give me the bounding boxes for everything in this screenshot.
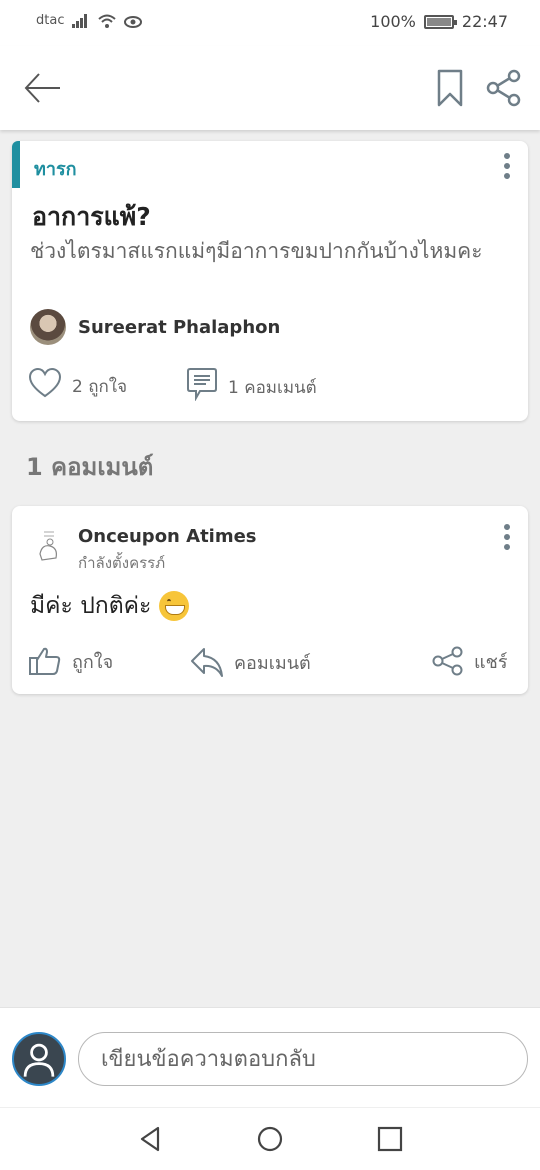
share-icon [432, 646, 463, 676]
more-options-icon[interactable] [501, 524, 513, 550]
comment-bubble-icon[interactable] [186, 367, 218, 401]
category-label[interactable]: ทารก [34, 154, 77, 183]
category-accent [12, 141, 20, 188]
commenter-name[interactable]: Onceupon Atimes [78, 526, 257, 547]
reply-label: คอมเมนต์ [234, 652, 311, 674]
clock: 22:47 [461, 12, 508, 31]
question-card: ทารก อาการแพ้? ช่วงไตรมาสแรกแม่ๆมีอาการข… [12, 141, 528, 421]
back-triangle-icon[interactable] [136, 1124, 166, 1154]
post-body: ช่วงไตรมาสแรกแม่ๆมีอาการขมปากกันบ้างไหมค… [30, 239, 483, 263]
recents-square-icon[interactable] [375, 1124, 405, 1154]
share-label: แชร์ [474, 651, 508, 673]
arrow-left-icon[interactable] [22, 70, 62, 106]
wifi-icon [98, 14, 117, 28]
grin-emoji-icon [159, 591, 190, 621]
system-nav-bar [0, 1108, 540, 1170]
reply-arrow-icon [191, 648, 223, 677]
author-avatar[interactable] [30, 309, 66, 345]
status-bar: dtac 100% 22:47 [0, 0, 540, 46]
signal-icon [72, 13, 88, 28]
home-circle-icon[interactable] [255, 1124, 285, 1154]
battery-percent: 100% [370, 12, 416, 31]
app-bar [0, 46, 540, 130]
heart-icon[interactable] [28, 367, 62, 399]
commenter-avatar[interactable] [30, 526, 68, 566]
carrier-label: dtac [36, 13, 65, 28]
comments-heading: 1 คอมเมนต์ [26, 453, 154, 481]
eye-icon [124, 15, 143, 28]
comment-text: มีค่ะ ปกติค่ะ [30, 588, 190, 624]
more-options-icon[interactable] [501, 153, 513, 179]
battery-icon [423, 14, 457, 29]
bookmark-icon[interactable] [436, 68, 464, 108]
comment-text-content: มีค่ะ ปกติค่ะ [30, 593, 152, 619]
reply-button[interactable]: คอมเมนต์ [190, 646, 311, 678]
like-button[interactable]: ถูกใจ [28, 646, 113, 676]
likes-count[interactable]: 2 ถูกใจ [72, 373, 127, 400]
post-title: อาการแพ้? [32, 202, 151, 231]
reply-input[interactable] [78, 1032, 528, 1086]
share-icon[interactable] [486, 68, 522, 108]
like-label: ถูกใจ [72, 651, 114, 673]
comments-count[interactable]: 1 คอมเมนต์ [228, 374, 317, 401]
commenter-status: กำลังตั้งครรภ์ [78, 554, 166, 572]
share-comment-button[interactable]: แชร์ [432, 646, 508, 676]
comment-card: Onceupon Atimes กำลังตั้งครรภ์ มีค่ะ ปกต… [12, 506, 528, 694]
thumbs-up-icon [29, 647, 61, 675]
user-avatar-icon[interactable] [12, 1032, 66, 1086]
reply-composer [0, 1007, 540, 1107]
author-name[interactable]: Sureerat Phalaphon [78, 317, 280, 338]
